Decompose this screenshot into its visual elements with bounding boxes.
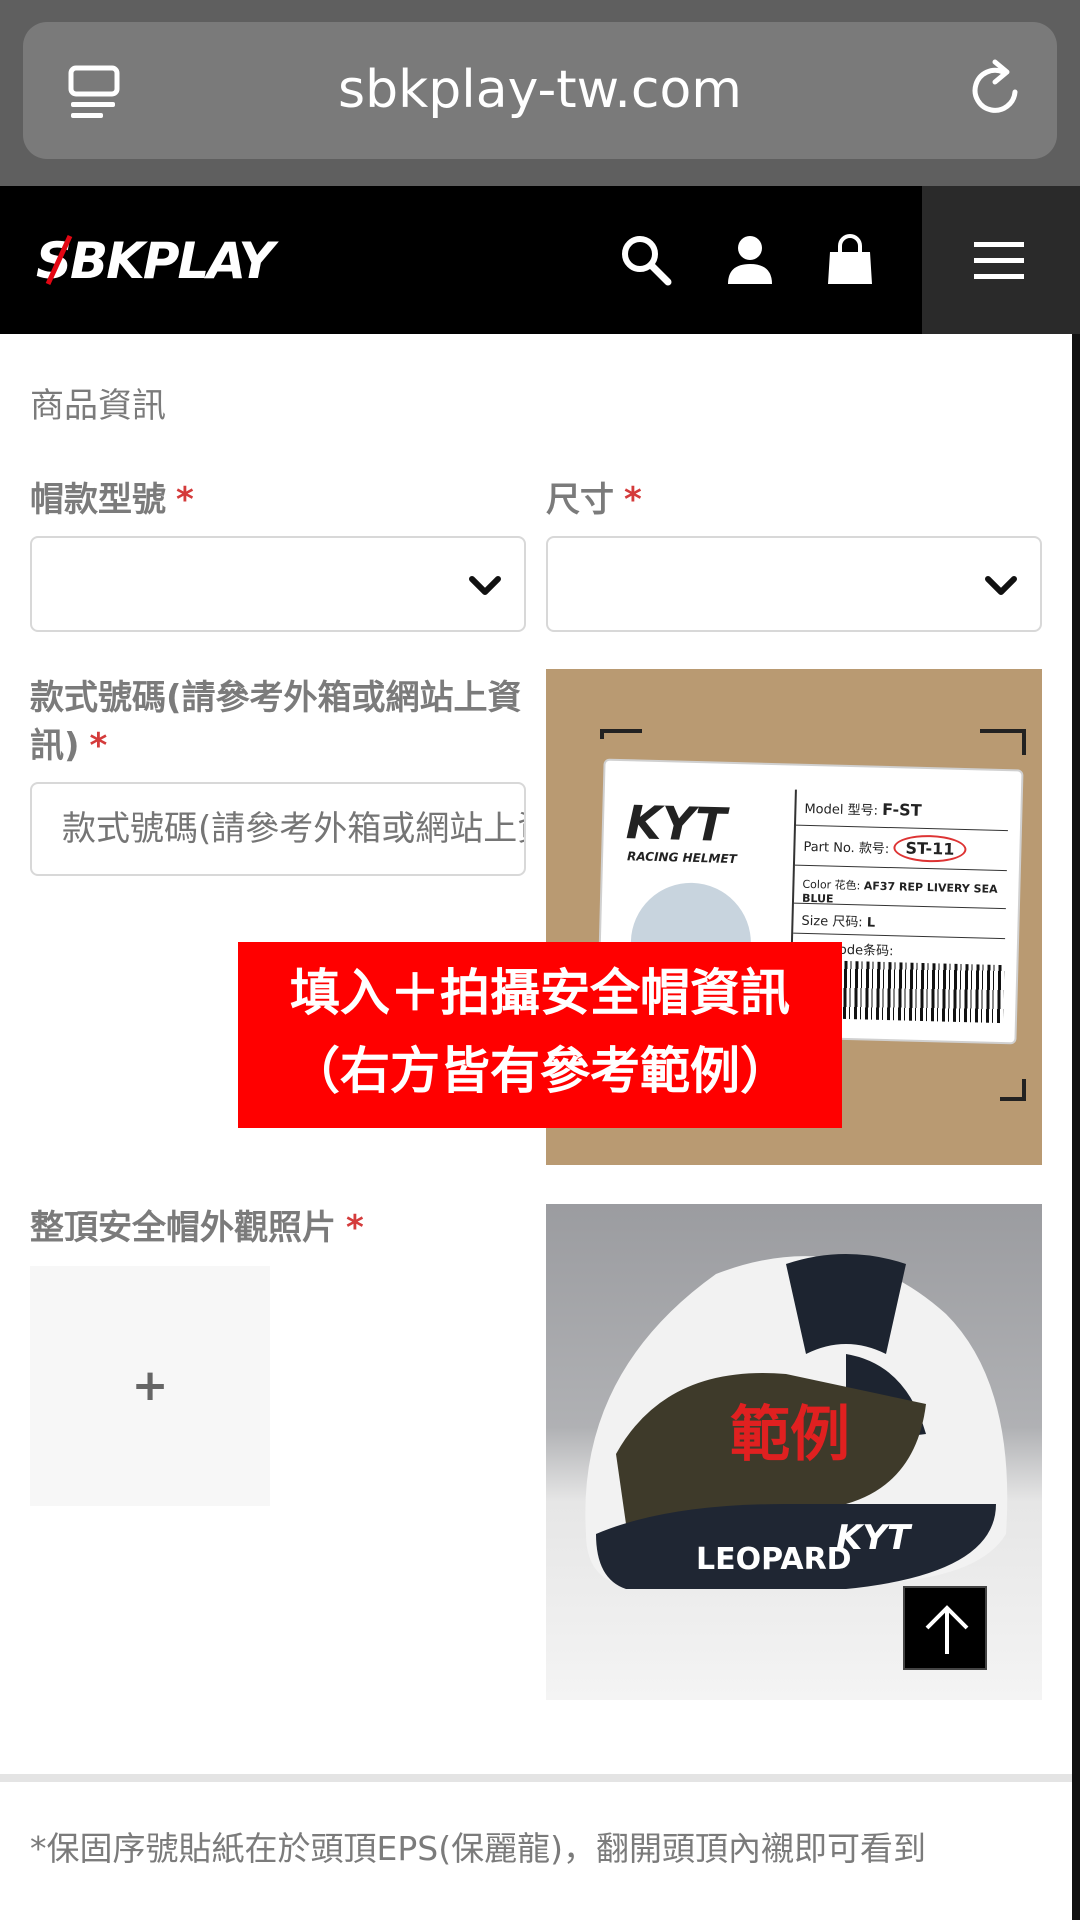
svg-text:KYT: KYT [836,1518,913,1558]
size-select[interactable] [546,536,1042,632]
url-text[interactable]: sbkplay-tw.com [23,22,1057,159]
reload-icon[interactable] [965,58,1027,120]
site-header: SBKPLAY [0,186,1080,334]
warranty-note: *保固序號貼紙在於頭頂EPS(保麗龍)，翻開頭頂內襯即可看到 [30,1829,926,1868]
size-label: 尺寸 * [546,480,642,520]
cart-icon[interactable] [820,230,880,290]
section-divider [0,1774,1072,1782]
arrow-up-icon [925,1605,969,1654]
sbkplay-logo[interactable]: SBKPLAY [36,234,356,286]
required-mark: * [89,726,108,766]
chevron-down-icon [469,576,501,595]
photo-upload-button[interactable]: + [30,1266,270,1506]
search-icon[interactable] [616,230,676,290]
svg-text:LEOPARD: LEOPARD [696,1542,852,1577]
scrollbar[interactable] [1072,334,1080,1920]
kyt-logo: KYT [625,795,728,852]
model-select[interactable] [30,536,526,632]
user-icon[interactable] [720,230,780,290]
back-to-top-button[interactable] [903,1586,987,1670]
address-bar[interactable]: sbkplay-tw.com [23,22,1057,159]
photo-label: 整頂安全帽外觀照片 * [30,1208,364,1248]
browser-toolbar: sbkplay-tw.com [0,0,1080,186]
required-mark: * [176,480,194,520]
menu-icon [974,242,1024,279]
section-title: 商品資訊 [30,386,166,426]
required-mark: * [624,480,642,520]
chevron-down-icon [985,576,1017,595]
style-code-input[interactable] [30,782,526,876]
plus-icon: + [131,1360,169,1411]
required-mark: * [346,1208,364,1248]
menu-button[interactable] [922,186,1080,334]
style-code-label: 款式號碼(請參考外箱或網站上資訊) * [30,678,522,766]
svg-text:SBKPLAY: SBKPLAY [36,234,279,286]
model-label: 帽款型號 * [30,480,194,520]
example-label: 範例 [730,1400,850,1470]
instruction-banner: 填入＋拍攝安全帽資訊 （右方皆有參考範例） [238,942,842,1128]
